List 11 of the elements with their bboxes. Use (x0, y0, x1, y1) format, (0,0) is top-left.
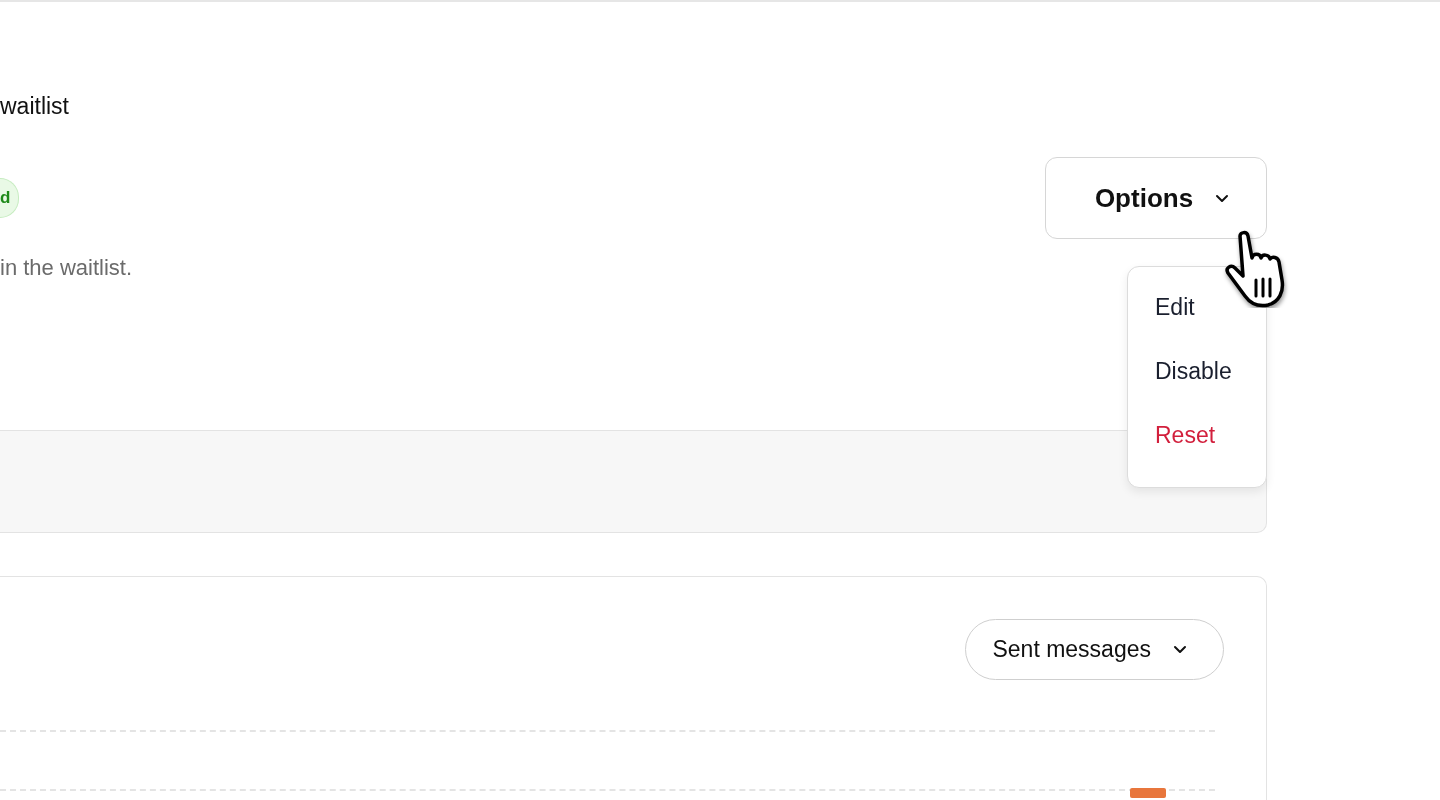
options-button[interactable]: Options (1045, 157, 1267, 239)
status-badge: d (0, 178, 20, 218)
chevron-down-icon (1215, 193, 1230, 203)
menu-item[interactable]: Edit (1128, 281, 1266, 345)
chevron-down-icon (1173, 645, 1187, 654)
menu-item[interactable]: Reset (1128, 409, 1266, 473)
section-title: waitlist (0, 92, 70, 121)
section-description: in the waitlist. (0, 254, 134, 282)
sent-messages-dropdown[interactable]: Sent messages (965, 619, 1224, 680)
chart-bar (1130, 788, 1166, 798)
menu-item[interactable]: Disable (1128, 345, 1266, 409)
